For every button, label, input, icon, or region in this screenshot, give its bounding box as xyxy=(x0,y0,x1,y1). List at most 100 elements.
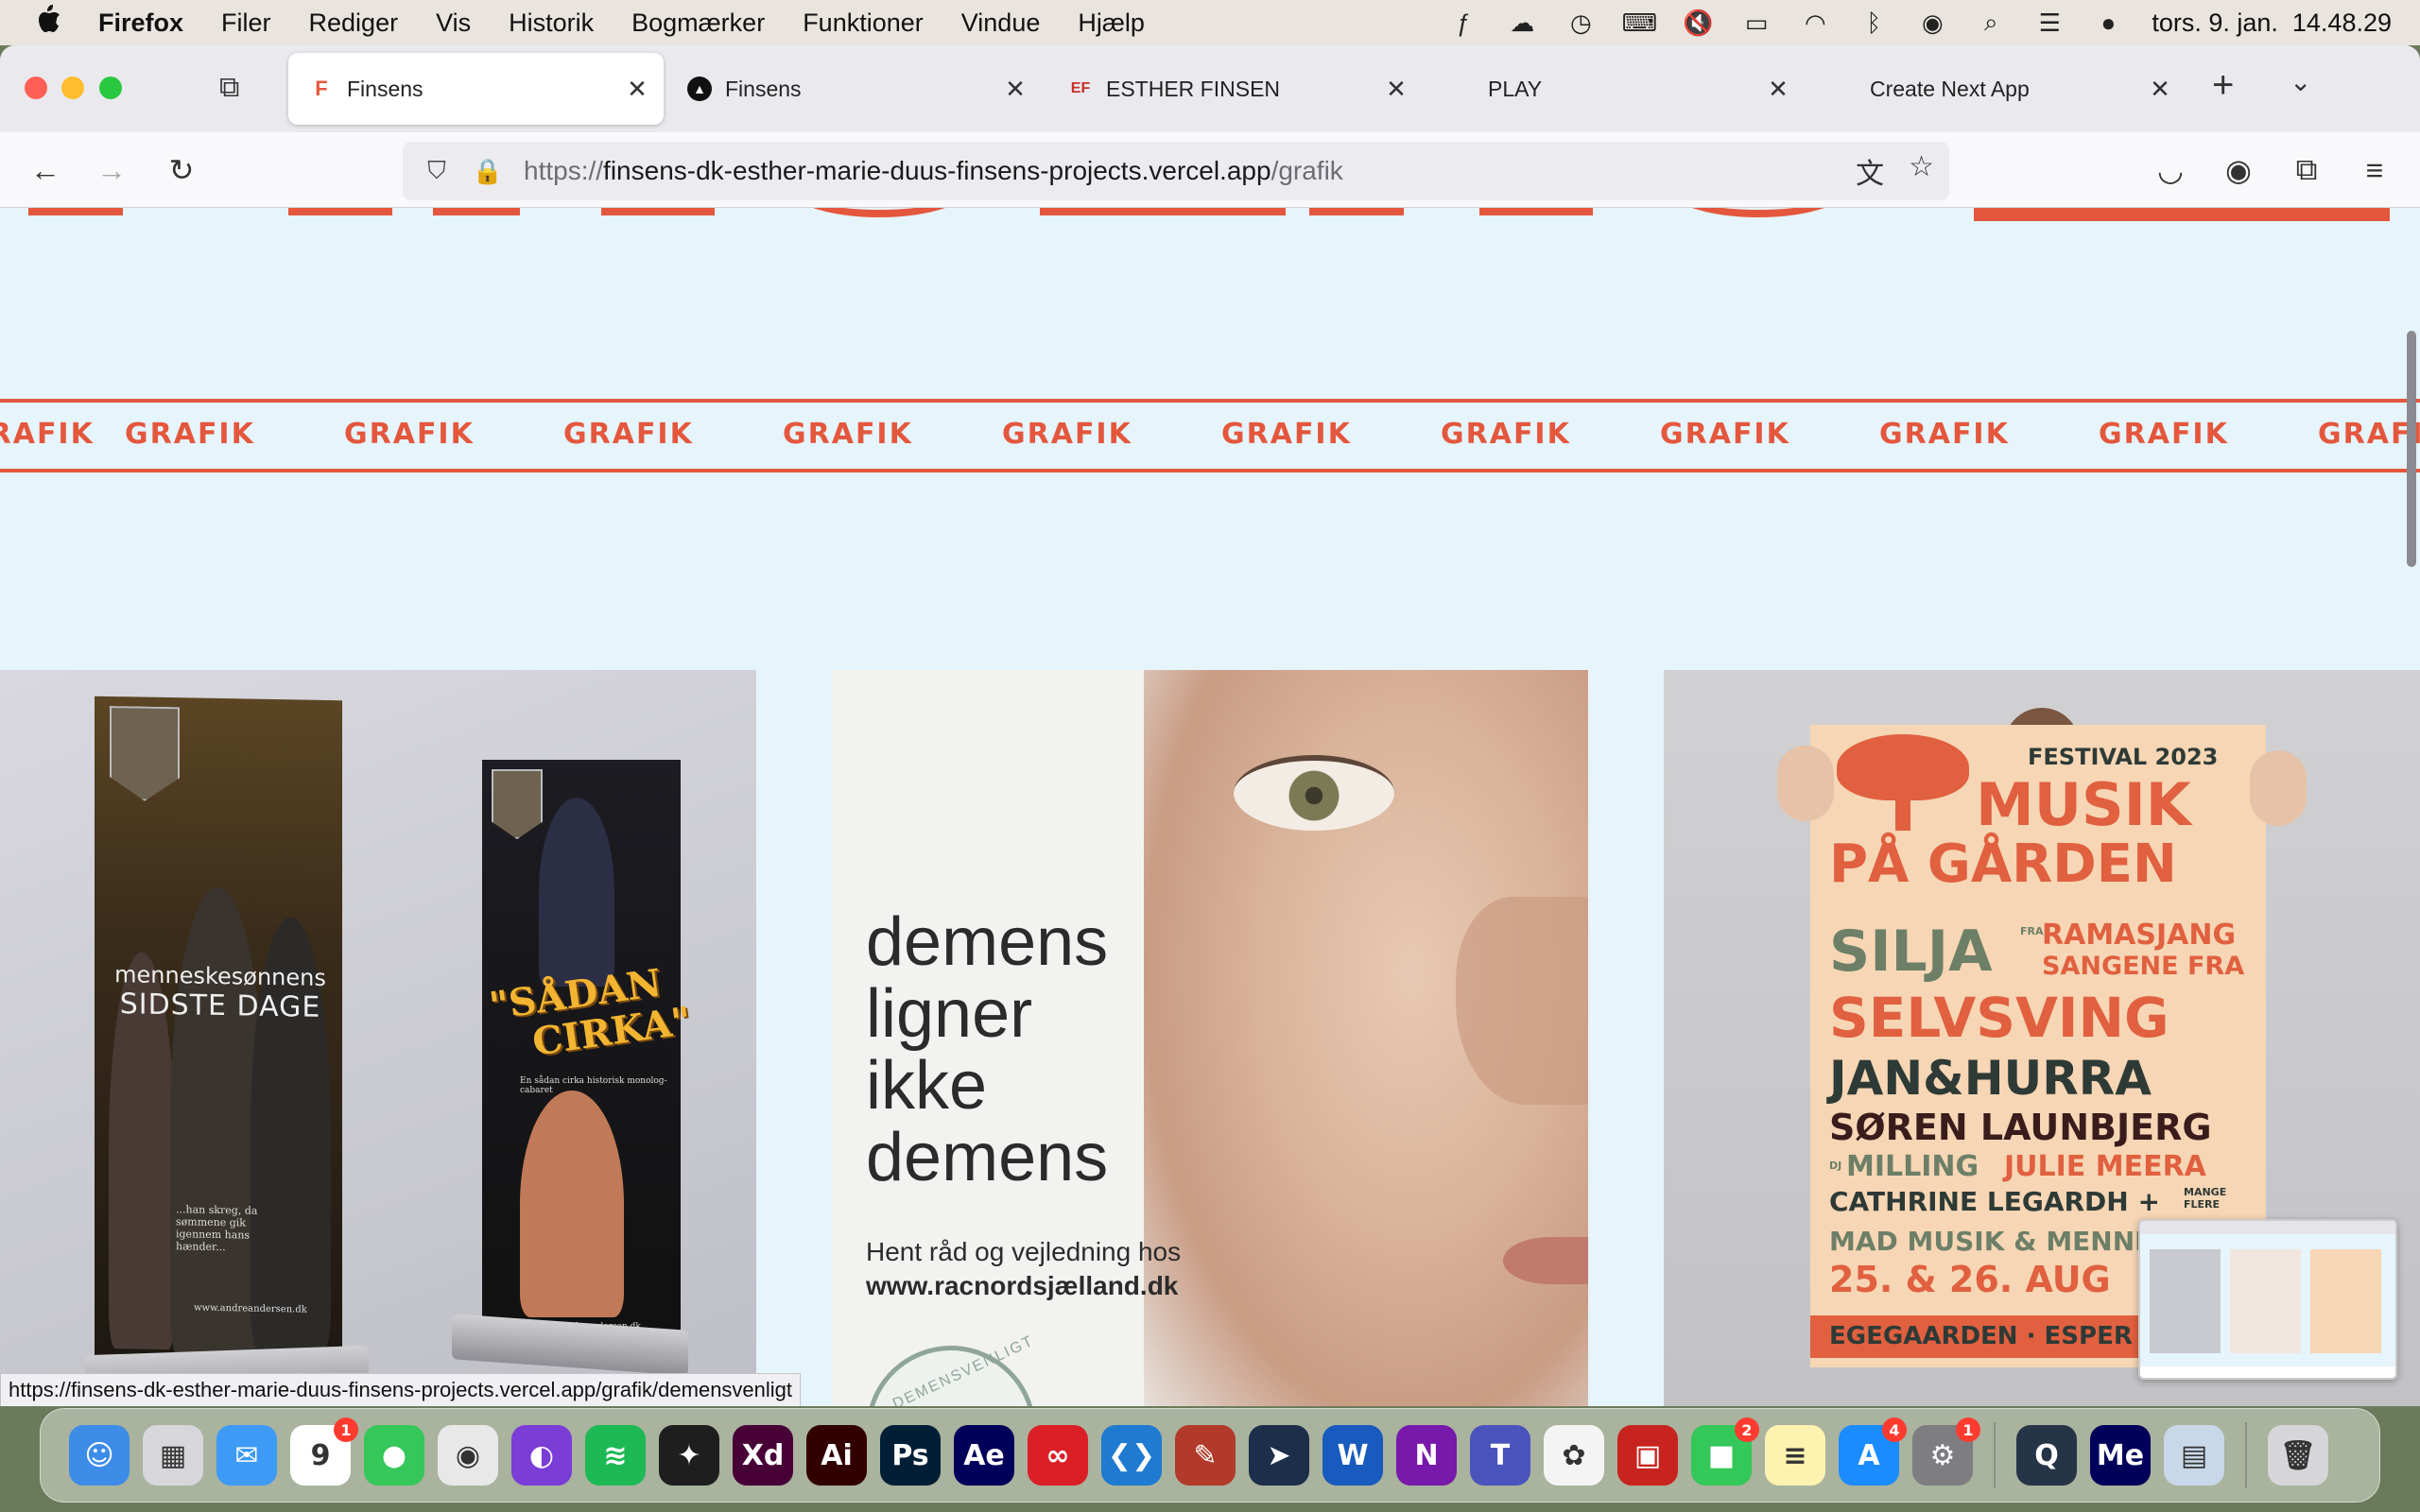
menu-filer[interactable]: Filer xyxy=(221,9,271,38)
dock-system-settings-icon[interactable]: ⚙ 1 xyxy=(1912,1418,1980,1486)
dock-facetime-icon[interactable]: ■ 2 xyxy=(1691,1418,1759,1486)
poster-fra: FRA xyxy=(2020,925,2044,937)
thumb-card-3 xyxy=(2310,1249,2381,1353)
url-text[interactable]: https://finsens-dk-esther-marie-duus-fin… xyxy=(524,156,1343,186)
macos-menu-bar: Firefox Filer Rediger Vis Historik Bogmæ… xyxy=(0,0,2420,45)
dock-onenote-icon[interactable]: N xyxy=(1396,1425,1457,1486)
woman-face-photo xyxy=(1144,670,1588,1406)
tab-close-icon[interactable]: ✕ xyxy=(1377,75,1415,104)
dock-preview-icon[interactable]: ▤ xyxy=(2164,1425,2224,1486)
top-decoration xyxy=(1040,208,1286,215)
dock-photo-booth-icon[interactable]: ▣ xyxy=(1617,1425,1678,1486)
dock-photoshop-icon[interactable]: Ps xyxy=(880,1425,941,1486)
siri-icon[interactable]: ● xyxy=(2093,8,2123,38)
battery-icon[interactable]: ▭ xyxy=(1741,8,1772,38)
tab-finsens-vercel[interactable]: ▲ Finsens ✕ xyxy=(666,53,1042,125)
figma-status-icon[interactable]: ƒ xyxy=(1448,8,1478,38)
menu-historik[interactable]: Historik xyxy=(509,9,594,38)
poster-jan-hurra: JAN&HURRA xyxy=(1829,1051,2152,1106)
dock-media-encoder-icon[interactable]: Me xyxy=(2090,1425,2151,1486)
apple-menu-icon[interactable] xyxy=(34,3,70,43)
menu-vis[interactable]: Vis xyxy=(436,9,471,38)
ef-favicon-icon: EF xyxy=(1070,80,1091,96)
navigation-toolbar: ← → ↻ ⛉ 🔒 https://finsens-dk-esther-mari… xyxy=(0,132,2420,208)
dock-notes-icon[interactable]: ≡ xyxy=(1765,1425,1825,1486)
dock-app-store-icon[interactable]: A4 xyxy=(1839,1418,1907,1486)
project-card-demensvenligt[interactable]: demens ligner ikke demens Hent råd og ve… xyxy=(832,670,1588,1406)
dock-vscode-icon[interactable]: ❮❯ xyxy=(1101,1425,1162,1486)
control-center-icon[interactable]: ☰ xyxy=(2034,8,2065,38)
wifi-icon[interactable]: ◠ xyxy=(1800,8,1830,38)
dock-figma-icon[interactable]: ✦ xyxy=(659,1425,719,1486)
extensions-icon[interactable]: ⧉ xyxy=(2286,149,2327,191)
bluetooth-icon[interactable]: ᛒ xyxy=(1858,8,1889,38)
new-tab-icon[interactable]: + xyxy=(2212,64,2234,107)
address-bar[interactable]: ⛉ 🔒 https://finsens-dk-esther-marie-duus… xyxy=(403,142,1949,200)
tracking-protection-shield-icon[interactable]: ⛉ xyxy=(418,156,456,186)
time-machine-icon[interactable]: ◷ xyxy=(1565,8,1596,38)
tab-create-next-app[interactable]: Create Next App ✕ xyxy=(1811,53,2187,125)
page-scrollbar[interactable] xyxy=(2407,331,2416,567)
menu-hjaelp[interactable]: Hjælp xyxy=(1078,9,1145,38)
pocket-icon[interactable]: ◡ xyxy=(2150,149,2191,191)
dock-chrome-icon[interactable]: ◉ xyxy=(438,1425,498,1486)
dock-calendar-icon[interactable]: 91 xyxy=(290,1418,358,1486)
project-card-rollup-banners[interactable]: menneskesønnens SIDSTE DAGE ...han skreg… xyxy=(0,670,756,1406)
tab-finsens-active[interactable]: F Finsens ✕ xyxy=(288,53,664,125)
dock-illustrator-icon[interactable]: Ai xyxy=(806,1425,867,1486)
tab-close-icon[interactable]: ✕ xyxy=(996,75,1034,104)
eye-shape xyxy=(1234,755,1394,831)
bookmark-star-icon[interactable]: ☆ xyxy=(1909,150,1934,192)
reload-icon[interactable]: ↻ xyxy=(161,149,202,191)
menu-rediger[interactable]: Rediger xyxy=(309,9,399,38)
minimize-window-button[interactable] xyxy=(61,77,84,99)
lock-icon[interactable]: 🔒 xyxy=(469,157,507,186)
forward-icon[interactable]: → xyxy=(91,149,132,191)
tab-close-icon[interactable]: ✕ xyxy=(618,75,656,104)
banner-1-title: menneskesønnens SIDSTE DAGE xyxy=(114,961,326,1024)
close-window-button[interactable] xyxy=(25,77,47,99)
dock-telegram-icon[interactable]: ➤ xyxy=(1249,1425,1309,1486)
dock-teams-icon[interactable]: T xyxy=(1470,1425,1530,1486)
menu-vindue[interactable]: Vindue xyxy=(961,9,1041,38)
menu-app-name[interactable]: Firefox xyxy=(98,9,183,38)
keyboard-icon[interactable]: ⌨ xyxy=(1622,8,1658,38)
dock-word-icon[interactable]: W xyxy=(1322,1425,1383,1486)
hamburger-menu-icon[interactable]: ≡ xyxy=(2354,149,2395,191)
marquee-word: GRAFIK xyxy=(1441,418,1571,451)
poster-selvsving: SELVSVING xyxy=(1829,986,2169,1050)
screenshot-thumbnail-preview[interactable] xyxy=(2138,1219,2397,1380)
mute-icon[interactable]: 🔇 xyxy=(1683,8,1713,38)
dock-trash-icon[interactable]: 🗑 xyxy=(2268,1425,2328,1486)
poster-soren-launbjerg: SØREN LAUNBJERG xyxy=(1829,1107,2212,1148)
tab-close-icon[interactable]: ✕ xyxy=(1759,75,1797,104)
tab-esther-finsen[interactable]: EF ESTHER FINSEN ✕ xyxy=(1047,53,1423,125)
creative-cloud-status-icon[interactable]: ☁ xyxy=(1507,8,1537,38)
menu-bogmaerker[interactable]: Bogmærker xyxy=(631,9,765,38)
dock-firefox-icon[interactable]: ◐ xyxy=(511,1425,572,1486)
dock-creative-cloud-icon[interactable]: ∞ xyxy=(1028,1425,1088,1486)
dock-after-effects-icon[interactable]: Ae xyxy=(954,1425,1014,1486)
dock-photos-icon[interactable]: ✿ xyxy=(1544,1425,1604,1486)
dock-mail-icon[interactable]: ✉ xyxy=(216,1425,277,1486)
account-icon[interactable]: ◉ xyxy=(2218,149,2259,191)
dock-messages-icon[interactable]: ● xyxy=(364,1425,424,1486)
dock-quicktime-icon[interactable]: Q xyxy=(2016,1425,2077,1486)
menu-funktioner[interactable]: Funktioner xyxy=(803,9,924,38)
dock-safari-tech-icon[interactable]: ✎ xyxy=(1175,1425,1236,1486)
tab-overview-icon[interactable]: ⧉ xyxy=(219,72,239,104)
list-all-tabs-icon[interactable]: ⌄ xyxy=(2290,66,2311,97)
dock-xd-icon[interactable]: Xd xyxy=(733,1425,793,1486)
user-icon[interactable]: ◉ xyxy=(1917,8,1947,38)
marquee-word: GRAFIK xyxy=(1660,418,1790,451)
zoom-window-button[interactable] xyxy=(99,77,122,99)
dock-launchpad-icon[interactable]: ▦ xyxy=(143,1425,203,1486)
menu-clock[interactable]: tors. 9. jan. 14.48.29 xyxy=(2152,9,2392,38)
back-icon[interactable]: ← xyxy=(25,149,66,191)
translate-icon[interactable]: 文 xyxy=(1856,150,1884,192)
tab-close-icon[interactable]: ✕ xyxy=(2141,75,2179,104)
dock-spotify-icon[interactable]: ≋ xyxy=(585,1425,646,1486)
tab-play[interactable]: PLAY ✕ xyxy=(1429,53,1805,125)
spotlight-search-icon[interactable]: ⌕ xyxy=(1976,8,2006,38)
dock-finder-icon[interactable]: ☺ xyxy=(69,1425,130,1486)
